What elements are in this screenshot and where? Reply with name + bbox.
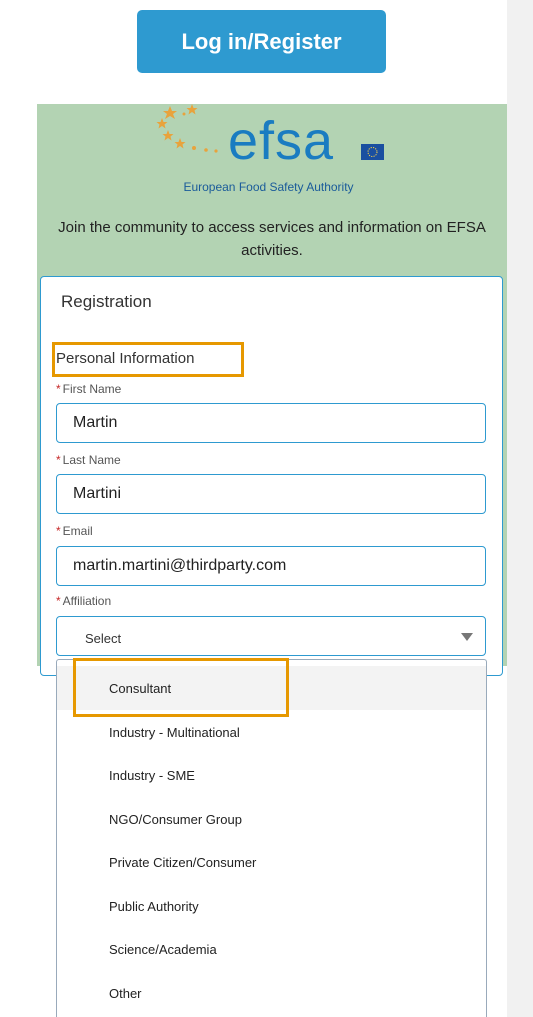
login-register-button[interactable]: Log in/Register <box>137 10 386 73</box>
registration-title: Registration <box>61 292 152 311</box>
affiliation-selected-value: Select <box>85 631 122 646</box>
email-input[interactable]: martin.martini@thirdparty.com <box>56 546 486 586</box>
eu-flag-icon <box>361 144 384 160</box>
dropdown-option-public-authority[interactable]: Public Authority <box>57 884 486 928</box>
dropdown-option-ngo-consumer-group[interactable]: NGO/Consumer Group <box>57 797 486 841</box>
first-name-input[interactable]: Martin <box>56 403 486 443</box>
option-highlight-box <box>73 658 289 717</box>
dropdown-option-other[interactable]: Other <box>57 971 486 1015</box>
dropdown-option-private-citizen[interactable]: Private Citizen/Consumer <box>57 840 486 884</box>
email-label: * Email <box>56 524 93 538</box>
intro-text: Join the community to access services an… <box>58 219 486 259</box>
section-highlight-box <box>52 342 244 377</box>
logo-subtitle: European Food Safety Authority <box>183 180 354 194</box>
scrollbar-track <box>507 0 533 1017</box>
affiliation-label: * Affiliation <box>56 594 112 608</box>
dropdown-option-science-academia[interactable]: Science/Academia <box>57 927 486 971</box>
last-name-input[interactable]: Martini <box>56 474 486 514</box>
stars-icon <box>156 104 218 153</box>
efsa-wordmark: efsa <box>228 111 335 171</box>
affiliation-select[interactable]: Select <box>56 616 486 656</box>
first-name-label: * First Name <box>56 382 122 396</box>
last-name-label: * Last Name <box>56 453 121 467</box>
dropdown-option-industry-sme[interactable]: Industry - SME <box>57 753 486 797</box>
efsa-logo: efsa European Food Safety Authority <box>150 104 400 199</box>
chevron-down-icon[interactable] <box>461 633 473 641</box>
